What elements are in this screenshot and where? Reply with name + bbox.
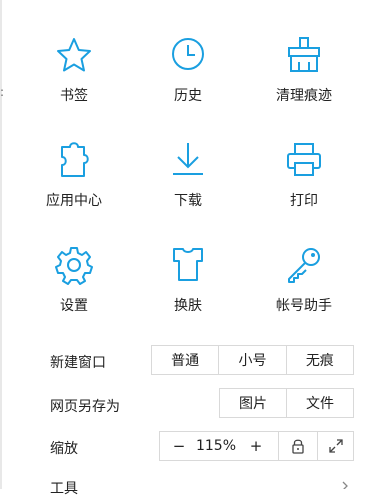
menu-item-clear-traces[interactable]: 清理痕迹 xyxy=(249,35,359,135)
clock-icon xyxy=(172,38,204,70)
menu-item-label: 设置 xyxy=(60,298,88,314)
download-icon xyxy=(173,143,203,175)
chevron-right-icon xyxy=(342,481,348,489)
lock-icon xyxy=(292,439,304,454)
menu-item-label: 书签 xyxy=(60,88,88,104)
zoom-out-button[interactable]: − xyxy=(160,432,198,460)
menu-item-label: 换肤 xyxy=(174,298,202,314)
menu-item-history[interactable]: 历史 xyxy=(133,35,243,135)
browser-menu-panel: : 书签 历史 清理痕迹 应用中心 下载 打印 设置 换肤 帐号助手 新建窗口 … xyxy=(0,0,372,497)
fullscreen-button[interactable] xyxy=(317,432,353,460)
left-border xyxy=(0,0,2,489)
edge-mark: : xyxy=(0,85,5,99)
menu-item-app-center[interactable]: 应用中心 xyxy=(19,140,129,240)
star-icon xyxy=(57,38,91,72)
save-as-file-button[interactable]: 文件 xyxy=(286,389,353,417)
menu-item-label: 应用中心 xyxy=(46,193,102,209)
puzzle-icon xyxy=(61,142,89,177)
menu-item-account-assistant[interactable]: 帐号助手 xyxy=(249,245,359,345)
zoom-lock-button[interactable] xyxy=(278,432,317,460)
zoom-control: − 115% + xyxy=(159,431,354,461)
tools-menu-item[interactable]: 工具 xyxy=(50,478,78,498)
menu-item-label: 清理痕迹 xyxy=(276,88,332,104)
save-page-options: 图片 文件 xyxy=(219,388,354,418)
new-window-normal-button[interactable]: 普通 xyxy=(152,346,218,374)
new-window-small-button[interactable]: 小号 xyxy=(218,346,285,374)
save-as-image-button[interactable]: 图片 xyxy=(220,389,286,417)
broom-icon xyxy=(288,37,320,72)
menu-item-label: 历史 xyxy=(174,88,202,104)
menu-item-settings[interactable]: 设置 xyxy=(19,245,129,345)
printer-icon xyxy=(287,143,321,176)
new-window-incognito-button[interactable]: 无痕 xyxy=(285,346,353,374)
gear-icon xyxy=(55,247,93,285)
zoom-in-button[interactable]: + xyxy=(234,432,278,460)
key-icon xyxy=(288,248,320,283)
menu-item-print[interactable]: 打印 xyxy=(249,140,359,240)
save-page-label: 网页另存为 xyxy=(50,399,120,415)
new-window-label: 新建窗口 xyxy=(50,355,106,371)
menu-item-label: 下载 xyxy=(174,193,202,209)
zoom-label: 缩放 xyxy=(50,441,78,457)
fullscreen-icon xyxy=(328,439,343,453)
zoom-value: 115% xyxy=(195,438,237,454)
menu-item-label: 打印 xyxy=(290,193,318,209)
new-window-options: 普通 小号 无痕 xyxy=(151,345,354,375)
tshirt-icon xyxy=(173,248,203,281)
menu-item-bookmarks[interactable]: 书签 xyxy=(19,35,129,135)
menu-item-label: 帐号助手 xyxy=(276,298,332,314)
menu-item-downloads[interactable]: 下载 xyxy=(133,140,243,240)
menu-item-skin[interactable]: 换肤 xyxy=(133,245,243,345)
